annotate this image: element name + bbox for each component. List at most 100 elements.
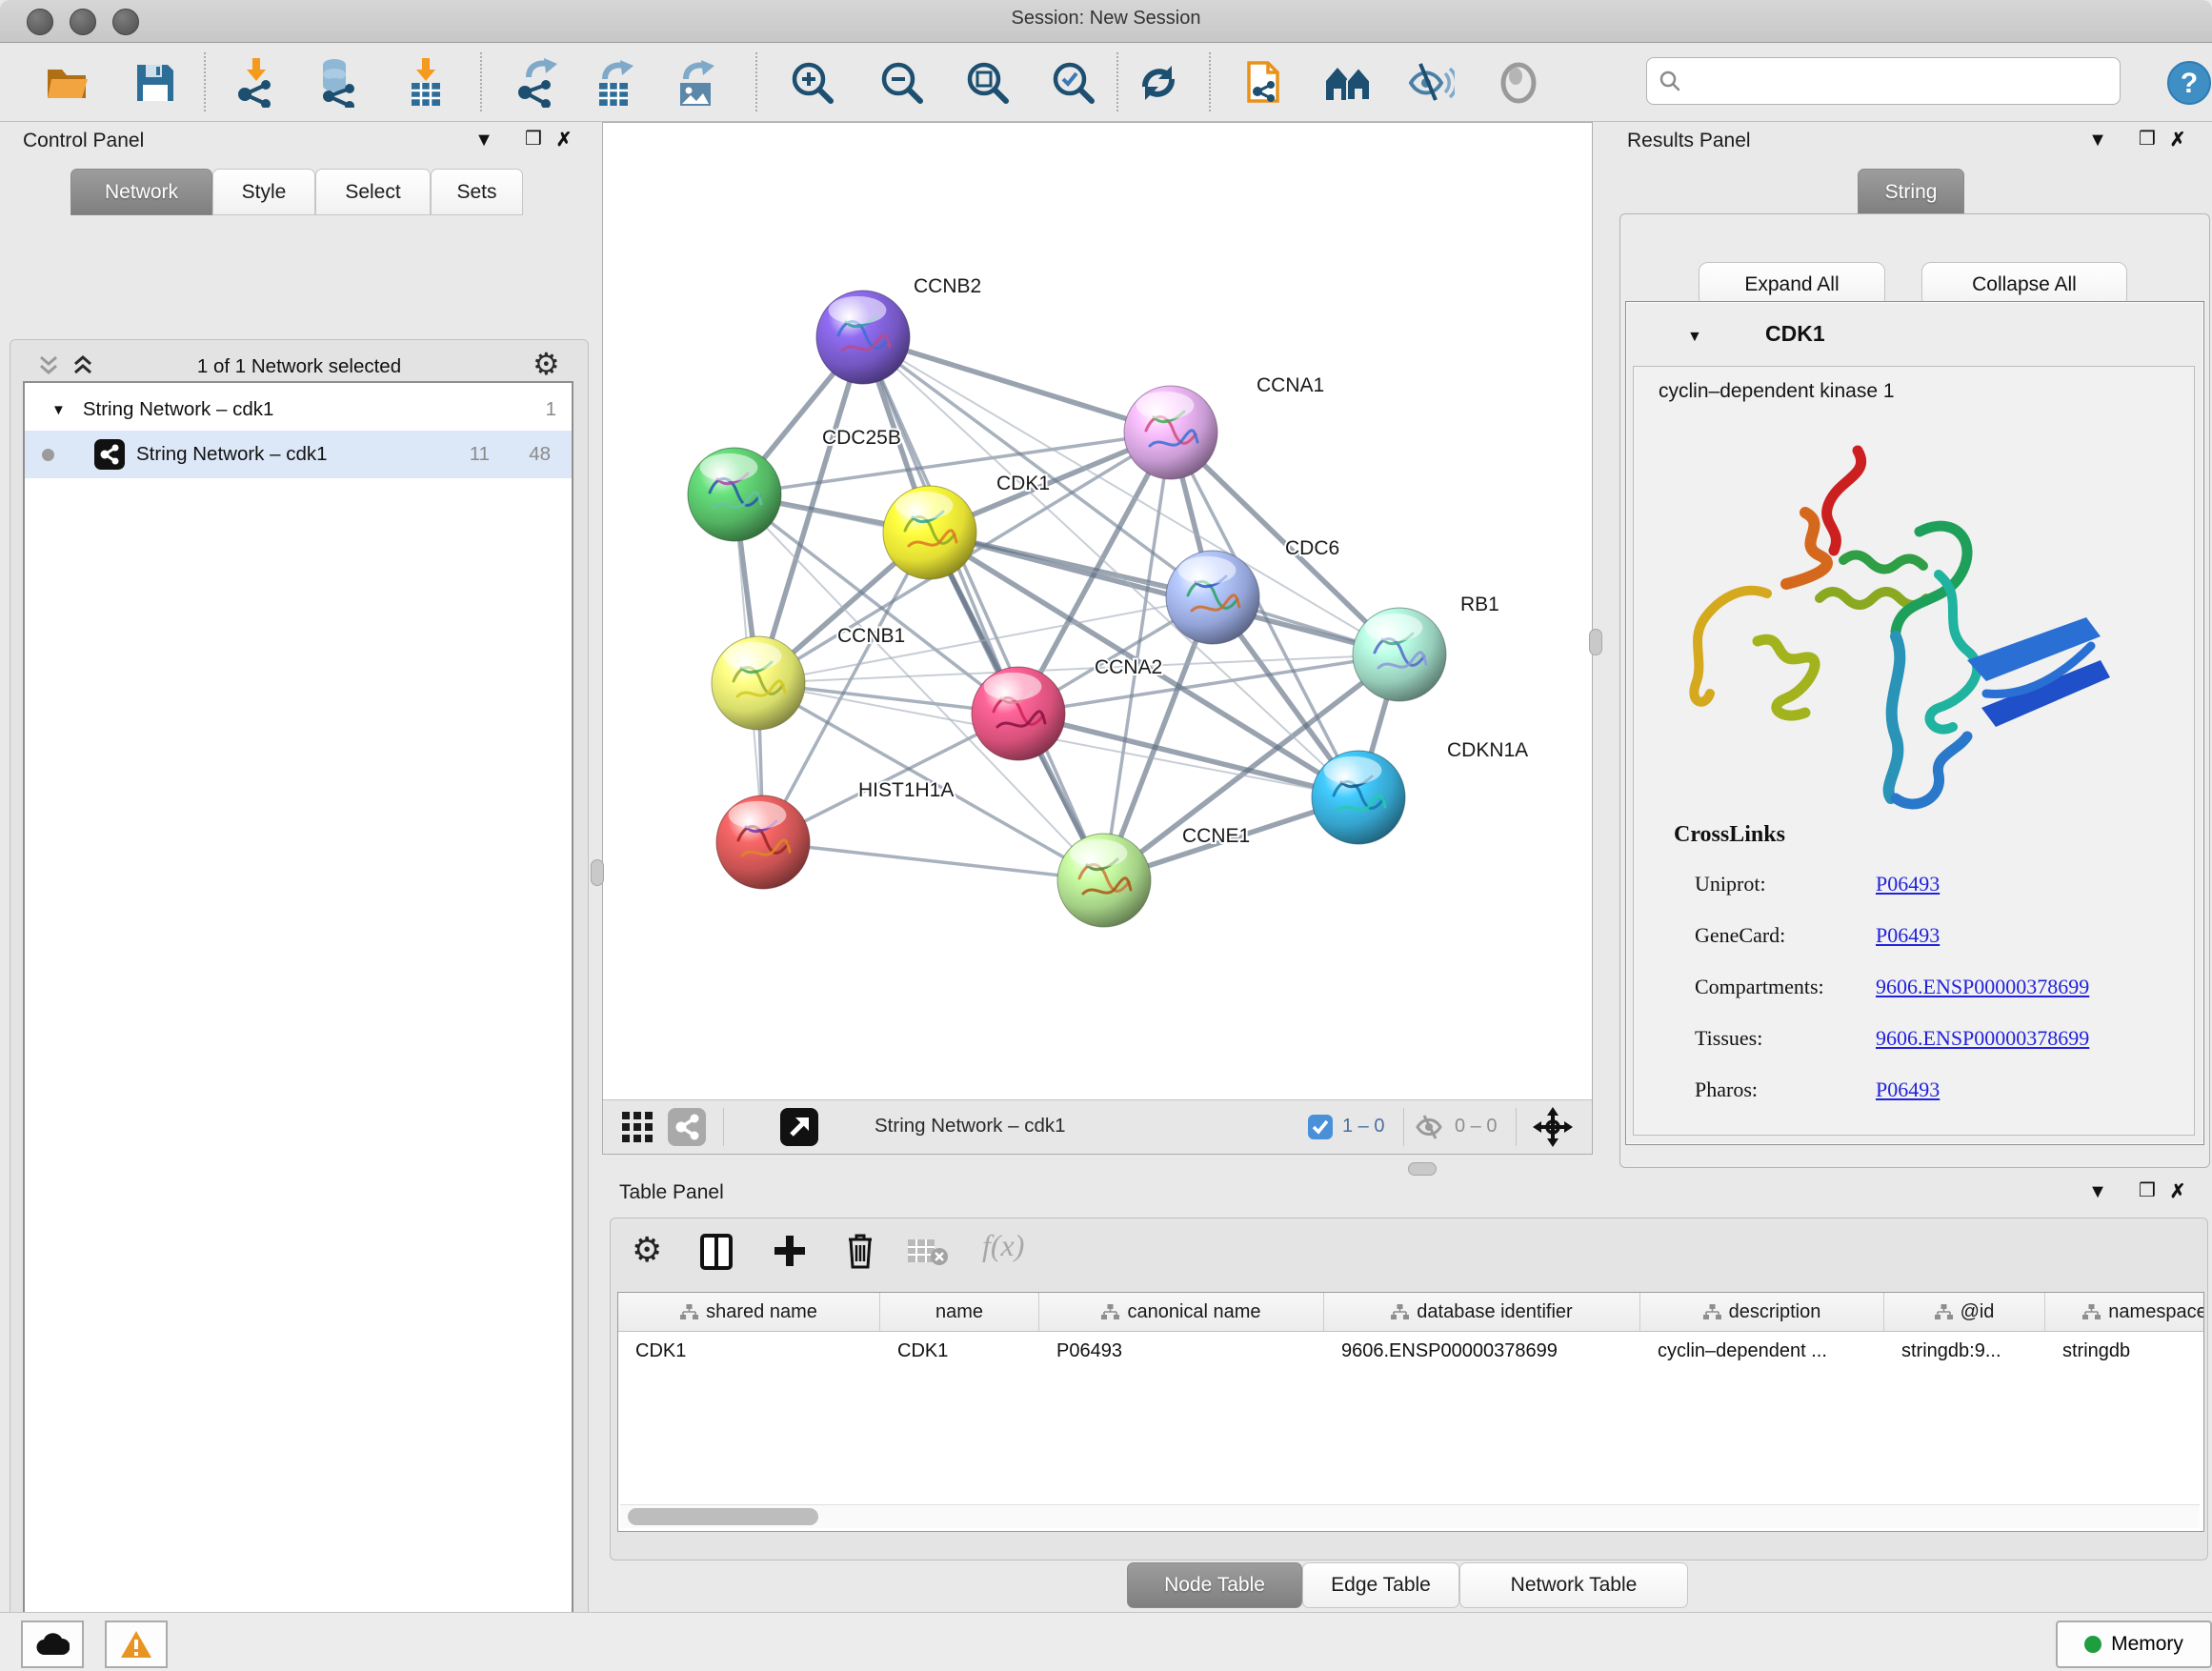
save-session-button[interactable] xyxy=(131,58,180,108)
network-node-CDKN1A[interactable] xyxy=(1312,751,1405,844)
open-in-new-window-icon[interactable] xyxy=(780,1108,818,1151)
tab-sets[interactable]: Sets xyxy=(431,169,523,215)
network-node-CCNB2[interactable] xyxy=(816,291,910,384)
memory-label: Memory xyxy=(2111,1633,2183,1656)
results-panel-float-icon[interactable]: ❒ xyxy=(2135,126,2160,151)
crosslink-link[interactable]: 9606.ENSP00000378699 xyxy=(1876,975,2089,999)
add-column-icon[interactable] xyxy=(773,1234,807,1273)
control-panel-title: Control Panel xyxy=(23,130,144,152)
network-node-RB1[interactable] xyxy=(1353,608,1446,701)
network-node-CDK1[interactable] xyxy=(883,486,976,579)
tab-select[interactable]: Select xyxy=(315,169,431,215)
network-node-CCNA1[interactable] xyxy=(1124,386,1217,479)
column-header-canonicalname[interactable]: canonical name xyxy=(1039,1293,1324,1331)
network-edge[interactable] xyxy=(863,337,1171,433)
help-button[interactable]: ? xyxy=(2164,58,2212,108)
table-cell: 9606.ENSP00000378699 xyxy=(1324,1331,1640,1371)
open-session-button[interactable] xyxy=(42,58,91,108)
network-node-CDC6[interactable] xyxy=(1166,551,1259,644)
node-label-RB1: RB1 xyxy=(1460,594,1499,615)
network-tree-item-row[interactable]: String Network – cdk1 11 48 xyxy=(25,431,572,478)
network-node-CCNB1[interactable] xyxy=(712,636,805,730)
tab-edge-table[interactable]: Edge Table xyxy=(1302,1562,1459,1608)
show-columns-icon[interactable] xyxy=(700,1234,733,1275)
eye-slash-icon xyxy=(1407,60,1455,106)
network-tree: ▼ String Network – cdk1 1 String Network… xyxy=(23,381,573,1671)
zoom-in-button[interactable] xyxy=(788,58,837,108)
network-tree-root-row[interactable]: ▼ String Network – cdk1 1 xyxy=(25,389,572,431)
network-edge[interactable] xyxy=(734,433,1171,494)
tab-network[interactable]: Network xyxy=(70,169,212,215)
apply-layout-button[interactable] xyxy=(1134,58,1183,108)
control-panel-collapse-icon[interactable]: ▼ xyxy=(472,128,496,152)
column-header-description[interactable]: description xyxy=(1640,1293,1884,1331)
memory-button[interactable]: Memory xyxy=(2056,1621,2212,1668)
show-graphics-button[interactable] xyxy=(1494,58,1543,108)
hide-graphics-details-button[interactable] xyxy=(1406,58,1456,108)
results-panel-collapse-icon[interactable]: ▼ xyxy=(2085,128,2110,152)
tab-style[interactable]: Style xyxy=(212,169,315,215)
network-options-gear-icon[interactable]: ⚙ xyxy=(533,346,560,382)
tab-network-table[interactable]: Network Table xyxy=(1459,1562,1688,1608)
delete-table-icon-disabled xyxy=(908,1238,948,1271)
crosslink-link[interactable]: P06493 xyxy=(1876,872,1940,896)
column-type-icon xyxy=(1101,1304,1119,1320)
grid-view-icon[interactable] xyxy=(620,1110,654,1149)
network-canvas[interactable]: CCNB2CCNA1CDC25BCDK1CDC6RB1CCNB1CCNA2CDK… xyxy=(603,123,1592,1100)
search-input[interactable] xyxy=(1681,70,2085,93)
left-divider-handle[interactable] xyxy=(591,859,604,886)
import-network-file-button[interactable] xyxy=(232,58,282,108)
export-table-button[interactable] xyxy=(591,58,640,108)
node-label-CCNA1: CCNA1 xyxy=(1257,374,1324,396)
network-overview-icon[interactable] xyxy=(668,1108,706,1151)
table-row[interactable]: CDK1CDK1P064939606.ENSP00000378699cyclin… xyxy=(618,1331,2204,1371)
crosslink-row: Pharos:P06493 xyxy=(1695,1077,2181,1102)
table-panel-collapse-icon[interactable]: ▼ xyxy=(2085,1179,2110,1204)
cloud-status-button[interactable] xyxy=(21,1621,84,1668)
control-panel-float-icon[interactable]: ❒ xyxy=(521,126,546,151)
network-node-CCNA2[interactable] xyxy=(972,667,1065,760)
home-button[interactable] xyxy=(1324,58,1374,108)
table-options-gear-icon[interactable]: ⚙ xyxy=(632,1230,662,1270)
network-from-file-button[interactable] xyxy=(1241,58,1291,108)
column-header-namespace[interactable]: namespace xyxy=(2045,1293,2204,1331)
table-panel-close-icon[interactable]: ✗ xyxy=(2165,1178,2190,1203)
card-collapse-icon[interactable]: ▼ xyxy=(1687,329,1702,346)
right-divider-handle[interactable] xyxy=(1589,629,1602,655)
crosslink-link[interactable]: P06493 xyxy=(1876,923,1940,948)
image-export-icon xyxy=(673,58,720,108)
column-header-id[interactable]: @id xyxy=(1884,1293,2045,1331)
crosslink-link[interactable]: P06493 xyxy=(1876,1077,1940,1102)
tree-expander-icon[interactable]: ▼ xyxy=(51,402,66,418)
column-header-databaseidentifier[interactable]: database identifier xyxy=(1324,1293,1640,1331)
selected-nodes-checkbox[interactable] xyxy=(1308,1115,1333,1144)
import-table-button[interactable] xyxy=(401,58,451,108)
network-edge[interactable] xyxy=(763,842,1104,880)
control-panel-close-icon[interactable]: ✗ xyxy=(552,127,576,151)
title-bar: Session: New Session xyxy=(0,0,2212,43)
crosslink-link[interactable]: 9606.ENSP00000378699 xyxy=(1876,1026,2089,1051)
tab-string[interactable]: String xyxy=(1858,169,1964,215)
table-panel-float-icon[interactable]: ❒ xyxy=(2135,1178,2160,1202)
results-panel-close-icon[interactable]: ✗ xyxy=(2165,127,2190,151)
zoom-out-button[interactable] xyxy=(877,58,927,108)
network-node-CCNE1[interactable] xyxy=(1057,834,1151,927)
gray-eye-icon xyxy=(1497,61,1540,105)
import-network-database-button[interactable] xyxy=(313,58,363,108)
export-image-button[interactable] xyxy=(672,58,721,108)
scrollbar-thumb[interactable] xyxy=(628,1508,818,1525)
column-header-sharedname[interactable]: shared name xyxy=(618,1293,880,1331)
zoom-selected-button[interactable] xyxy=(1049,58,1098,108)
tab-node-table[interactable]: Node Table xyxy=(1127,1562,1302,1608)
network-node-CDC25B[interactable] xyxy=(688,448,781,541)
birdseye-navigator-icon[interactable] xyxy=(1533,1107,1573,1152)
network-node-HIST1H1A[interactable] xyxy=(716,795,810,889)
control-panel: Control Panel ▼ ❒ ✗ NetworkStyleSelectSe… xyxy=(0,122,598,1604)
table-cell: stringdb xyxy=(2045,1331,2204,1371)
warnings-button[interactable] xyxy=(105,1621,168,1668)
column-header-name[interactable]: name xyxy=(880,1293,1039,1331)
column-type-icon xyxy=(680,1304,698,1320)
export-network-button[interactable] xyxy=(513,58,563,108)
delete-column-icon[interactable] xyxy=(845,1232,875,1275)
zoom-fit-button[interactable] xyxy=(963,58,1013,108)
